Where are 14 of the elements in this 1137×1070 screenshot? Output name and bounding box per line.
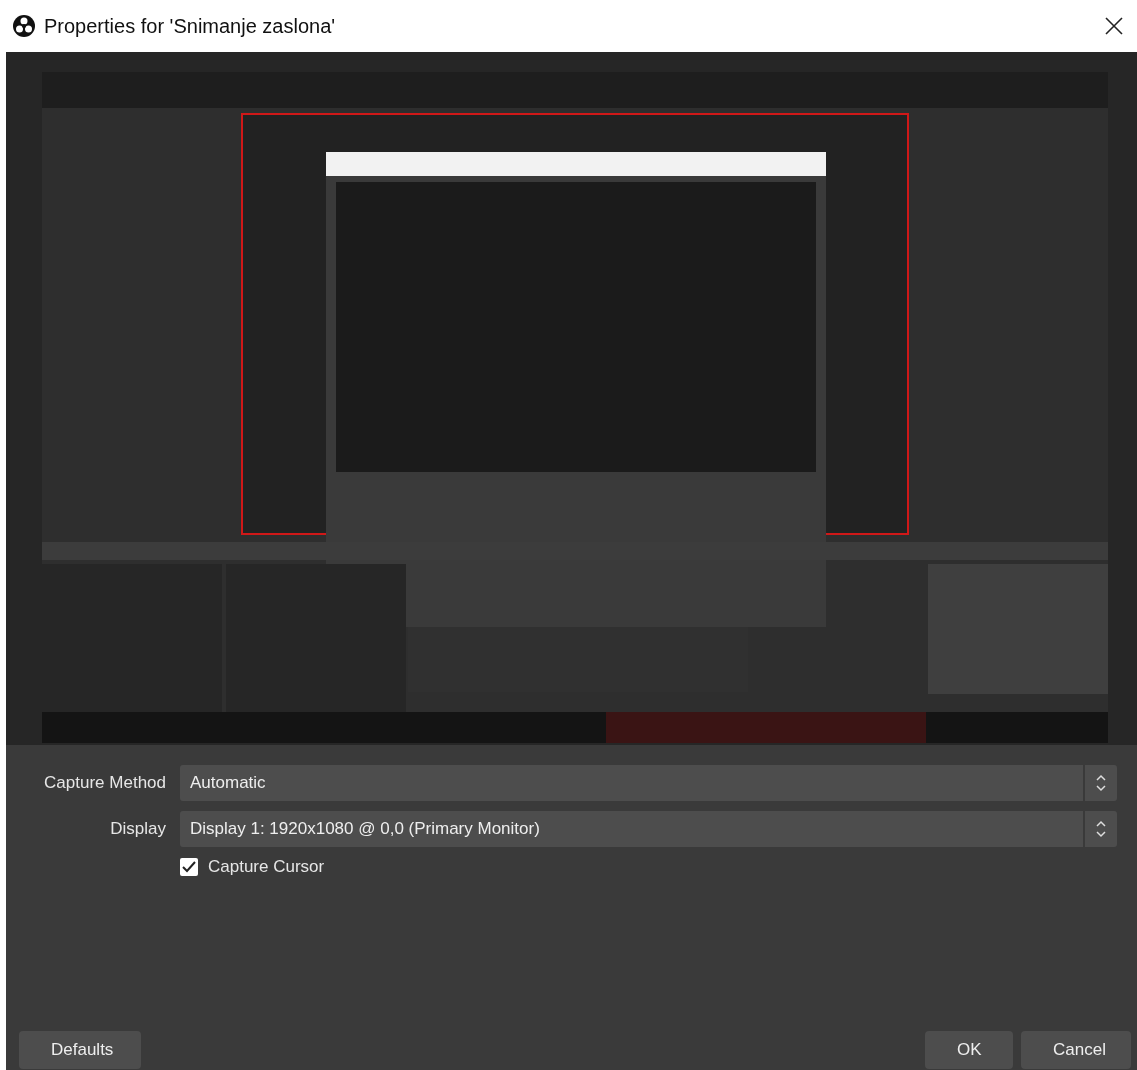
cancel-button[interactable]: Cancel: [1021, 1031, 1131, 1069]
field-label: Display: [109, 819, 166, 839]
defaults-button[interactable]: Defaults: [19, 1031, 141, 1069]
dropdown[interactable]: Automatic: [180, 765, 1117, 801]
app-logo-icon: [12, 14, 36, 38]
close-icon[interactable]: [1103, 15, 1125, 37]
spinner-arrows-icon: [1095, 773, 1107, 793]
checkbox[interactable]: [180, 858, 198, 876]
field-label: Capture Method: [43, 773, 166, 793]
spinner-arrows-icon: [1095, 819, 1107, 839]
window-title: Properties for 'Snimanje zaslona': [44, 14, 337, 38]
dropdown[interactable]: Display 1: 1920x1080 @ 0,0 (Primary Monitor): [180, 811, 1117, 847]
ok-button[interactable]: OK: [925, 1031, 1013, 1069]
checkbox-label: Capture Cursor: [208, 857, 325, 877]
